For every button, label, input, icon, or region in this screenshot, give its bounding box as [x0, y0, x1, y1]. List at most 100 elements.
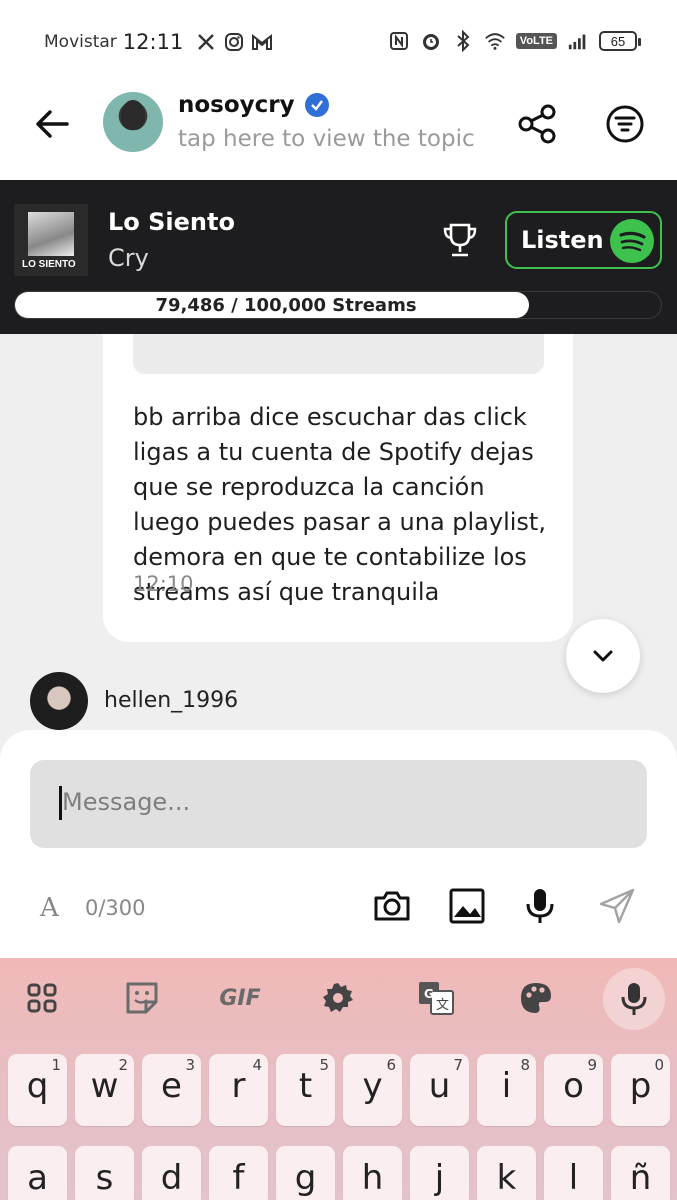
key-i[interactable]: i8 — [477, 1054, 536, 1126]
sender-avatar[interactable] — [30, 672, 88, 730]
arrow-left-icon — [36, 110, 69, 138]
nfc-icon — [388, 30, 410, 52]
translate-icon[interactable]: G文 — [414, 976, 458, 1020]
chat-area[interactable]: bb arriba dice escuchar das click ligas … — [0, 334, 677, 734]
key-s[interactable]: s — [75, 1146, 134, 1200]
battery-level: 65 — [610, 33, 626, 49]
key-label: ñ — [629, 1158, 652, 1198]
keyboard-toolbar: GIF G文 — [0, 958, 677, 1038]
trophy-button[interactable] — [440, 220, 480, 260]
key-k[interactable]: k — [477, 1146, 536, 1200]
image-icon — [449, 888, 485, 924]
key-label: j — [434, 1158, 445, 1198]
sticker-icon[interactable] — [120, 976, 164, 1020]
text-format-button[interactable]: A — [40, 893, 59, 923]
message-composer: Message... A 0/300 — [0, 730, 677, 958]
cover-text: LO SIENTO — [22, 259, 76, 270]
key-number: 7 — [453, 1056, 463, 1074]
filter-button[interactable] — [603, 102, 647, 146]
key-r[interactable]: r4 — [209, 1054, 268, 1126]
gallery-button[interactable] — [447, 886, 487, 926]
mic-icon — [526, 889, 554, 923]
status-right: VoLTE 65 — [388, 30, 641, 52]
topic-title[interactable]: nosoycry — [178, 92, 329, 118]
key-number: 8 — [520, 1056, 530, 1074]
streams-progress-bar: 79,486 / 100,000 Streams — [14, 291, 662, 319]
key-a[interactable]: a — [8, 1146, 67, 1200]
spotify-icon — [610, 219, 654, 263]
message-bubble[interactable]: bb arriba dice escuchar das click ligas … — [103, 334, 573, 642]
listen-label: Listen — [521, 226, 604, 254]
song-artist: Cry — [108, 244, 149, 272]
trophy-icon — [443, 223, 477, 257]
topic-subtitle[interactable]: tap here to view the topic — [178, 126, 475, 152]
status-bar: Movistar 12:11 VoLTE 65 — [0, 0, 677, 84]
key-d[interactable]: d — [142, 1146, 201, 1200]
voice-button[interactable] — [520, 886, 560, 926]
status-left: Movistar 12:11 — [44, 30, 273, 54]
quoted-message[interactable] — [133, 334, 544, 374]
battery-icon: 65 — [599, 31, 641, 51]
key-label: l — [568, 1158, 579, 1198]
message-time: 12:10 — [133, 572, 194, 596]
svg-text:G: G — [424, 987, 434, 1001]
gif-icon[interactable]: GIF — [210, 976, 270, 1020]
key-label: a — [27, 1158, 48, 1198]
key-label: d — [160, 1158, 183, 1198]
key-t[interactable]: t5 — [276, 1054, 335, 1126]
key-number: 2 — [118, 1056, 128, 1074]
palette-icon[interactable] — [514, 976, 558, 1020]
key-p[interactable]: p0 — [611, 1054, 670, 1126]
streams-label: 79,486 / 100,000 Streams — [155, 295, 417, 316]
key-number: 0 — [654, 1056, 664, 1074]
send-icon — [599, 888, 635, 924]
share-button[interactable] — [514, 102, 560, 146]
wifi-icon — [484, 30, 506, 52]
bluetooth-icon — [452, 30, 474, 52]
filter-icon — [606, 105, 644, 143]
key-label: k — [496, 1158, 517, 1198]
key-e[interactable]: e3 — [142, 1054, 201, 1126]
key-j[interactable]: j — [410, 1146, 469, 1200]
key-g[interactable]: g — [276, 1146, 335, 1200]
key-f[interactable]: f — [209, 1146, 268, 1200]
key-ñ[interactable]: ñ — [611, 1146, 670, 1200]
key-y[interactable]: y6 — [343, 1054, 402, 1126]
instagram-icon — [223, 31, 245, 53]
carrier-label: Movistar — [44, 32, 117, 52]
alarm-icon — [420, 30, 442, 52]
key-label: h — [361, 1158, 384, 1198]
key-o[interactable]: o9 — [544, 1054, 603, 1126]
verified-icon — [304, 93, 329, 117]
mic-icon — [621, 983, 647, 1015]
song-banner: LO SIENTO Lo Siento Cry Listen 79,486 / … — [0, 180, 677, 334]
scroll-down-button[interactable] — [566, 619, 640, 693]
key-l[interactable]: l — [544, 1146, 603, 1200]
avatar[interactable] — [103, 92, 163, 152]
apps-grid-icon[interactable] — [20, 976, 64, 1020]
album-cover[interactable]: LO SIENTO — [14, 204, 88, 276]
send-button[interactable] — [597, 886, 637, 926]
key-q[interactable]: q1 — [8, 1054, 67, 1126]
chat-header: nosoycry tap here to view the topic — [0, 84, 677, 180]
message-text: bb arriba dice escuchar das click ligas … — [133, 403, 546, 606]
settings-icon[interactable] — [316, 976, 360, 1020]
key-u[interactable]: u7 — [410, 1054, 469, 1126]
listen-button[interactable]: Listen — [505, 211, 662, 269]
back-button[interactable] — [30, 102, 74, 146]
key-number: 4 — [252, 1056, 262, 1074]
voice-input-button[interactable] — [603, 968, 665, 1030]
signal-icon — [567, 30, 589, 52]
key-number: 9 — [587, 1056, 597, 1074]
sender-name[interactable]: hellen_1996 — [104, 688, 238, 713]
camera-button[interactable] — [372, 886, 412, 926]
camera-icon — [374, 891, 410, 921]
key-number: 1 — [51, 1056, 61, 1074]
key-h[interactable]: h — [343, 1146, 402, 1200]
key-number: 3 — [185, 1056, 195, 1074]
username: nosoycry — [178, 92, 295, 118]
key-label: g — [294, 1158, 317, 1198]
keyboard: GIF G文 q1w2e3r4t5y6u7i8o9p0 a s d f g h j k l ñ — [0, 958, 677, 1200]
share-icon — [518, 104, 556, 144]
key-w[interactable]: w2 — [75, 1054, 134, 1126]
